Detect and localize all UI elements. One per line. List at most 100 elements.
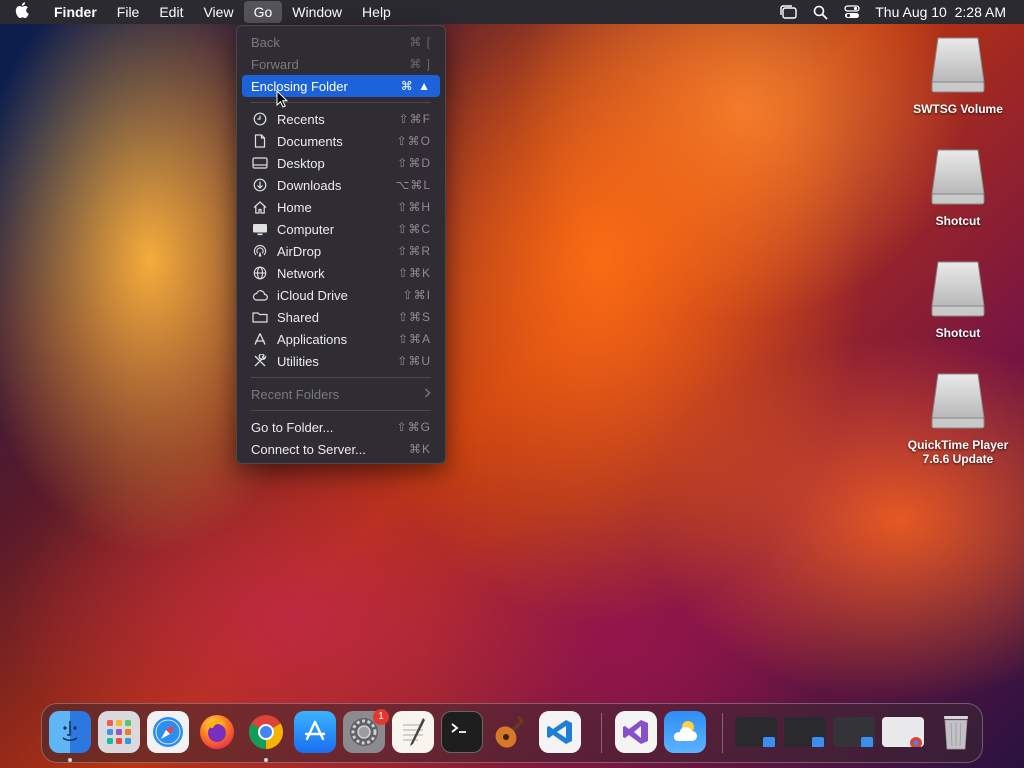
dock-minimized-window-3[interactable] bbox=[833, 717, 875, 747]
go-applications-item[interactable]: Applications ⇧⌘A bbox=[242, 328, 440, 350]
cloud-icon bbox=[251, 289, 269, 301]
dock-chrome[interactable] bbox=[245, 711, 287, 753]
desktop-drive-shotcut-1[interactable]: Shotcut bbox=[898, 148, 1018, 228]
go-icloud-drive-item[interactable]: iCloud Drive ⇧⌘I bbox=[242, 284, 440, 306]
connect-to-server-label: Connect to Server... bbox=[251, 441, 366, 457]
go-computer-shortcut: ⇧⌘C bbox=[397, 222, 431, 236]
notification-badge: 1 bbox=[373, 709, 389, 725]
finder-badge-icon bbox=[763, 737, 775, 747]
go-forward-item[interactable]: Forward ⌘ ] bbox=[242, 53, 440, 75]
clock-icon bbox=[251, 112, 269, 126]
menubar-clock[interactable]: Thu Aug 10 2:28 AM bbox=[875, 4, 1006, 20]
desktop-icon-label: Shotcut bbox=[935, 214, 981, 228]
trash-icon bbox=[944, 716, 968, 750]
go-recent-folders-item[interactable]: Recent Folders bbox=[242, 383, 440, 405]
terminal-icon bbox=[451, 723, 466, 733]
drive-icon bbox=[930, 372, 986, 430]
running-indicator bbox=[264, 758, 268, 762]
dock-textedit[interactable] bbox=[392, 711, 434, 753]
spotlight-search-icon[interactable] bbox=[811, 5, 829, 20]
computer-icon bbox=[251, 223, 269, 236]
dock-app-store[interactable] bbox=[294, 711, 336, 753]
dock-minimized-window-2[interactable] bbox=[784, 717, 826, 747]
desktop-icon-label: QuickTime Player 7.6.6 Update bbox=[907, 438, 1009, 466]
dock-separator bbox=[601, 713, 602, 753]
network-icon bbox=[251, 266, 269, 280]
dock-garageband[interactable] bbox=[490, 711, 532, 753]
finder-icon bbox=[62, 721, 78, 741]
apple-icon[interactable] bbox=[0, 2, 44, 22]
menu-edit[interactable]: Edit bbox=[149, 1, 193, 23]
download-icon bbox=[251, 178, 269, 192]
go-documents-item[interactable]: Documents ⇧⌘O bbox=[242, 130, 440, 152]
menu-window[interactable]: Window bbox=[282, 1, 352, 23]
desktop-icon-label: SWTSG Volume bbox=[913, 102, 1003, 116]
menu-app-finder[interactable]: Finder bbox=[44, 1, 107, 23]
menu-file[interactable]: File bbox=[107, 1, 150, 23]
vscode-icon bbox=[547, 720, 572, 744]
stage-manager-icon[interactable] bbox=[779, 5, 797, 19]
go-recents-shortcut: ⇧⌘F bbox=[398, 112, 431, 126]
go-home-item[interactable]: Home ⇧⌘H bbox=[242, 196, 440, 218]
dock-safari[interactable] bbox=[147, 711, 189, 753]
dock-minimized-window-1[interactable] bbox=[735, 717, 777, 747]
go-airdrop-item[interactable]: AirDrop ⇧⌘R bbox=[242, 240, 440, 262]
go-utilities-label: Utilities bbox=[277, 353, 319, 369]
app-store-icon bbox=[304, 720, 326, 741]
go-documents-label: Documents bbox=[277, 133, 343, 149]
connect-to-server-item[interactable]: Connect to Server... ⌘K bbox=[242, 438, 440, 460]
dock-visual-studio[interactable] bbox=[615, 711, 657, 753]
utilities-icon bbox=[251, 354, 269, 368]
chrome-badge-icon bbox=[910, 737, 922, 747]
launchpad-icon bbox=[107, 720, 131, 744]
dock-trash[interactable] bbox=[935, 711, 977, 753]
drive-icon bbox=[930, 260, 986, 318]
desktop-drive-shotcut-2[interactable]: Shotcut bbox=[898, 260, 1018, 340]
go-airdrop-shortcut: ⇧⌘R bbox=[397, 244, 431, 258]
go-utilities-item[interactable]: Utilities ⇧⌘U bbox=[242, 350, 440, 372]
desktop-drive-quicktime-update[interactable]: QuickTime Player 7.6.6 Update bbox=[898, 372, 1018, 466]
safari-compass-icon bbox=[153, 717, 183, 747]
menu-view[interactable]: View bbox=[193, 1, 243, 23]
dock-vscode[interactable] bbox=[539, 711, 581, 753]
dock-weather[interactable] bbox=[664, 711, 706, 753]
go-to-folder-item[interactable]: Go to Folder... ⇧⌘G bbox=[242, 416, 440, 438]
go-back-label: Back bbox=[251, 34, 280, 50]
go-enclosing-label: Enclosing Folder bbox=[251, 78, 348, 94]
go-enclosing-folder-item[interactable]: Enclosing Folder ⌘ ▲ bbox=[242, 75, 440, 97]
desktop-icon-label: Shotcut bbox=[935, 326, 981, 340]
applications-icon bbox=[251, 332, 269, 346]
dock-finder[interactable] bbox=[49, 711, 91, 753]
dock-terminal[interactable] bbox=[441, 711, 483, 753]
dock-minimized-window-4[interactable] bbox=[882, 717, 924, 747]
go-airdrop-label: AirDrop bbox=[277, 243, 322, 259]
go-downloads-item[interactable]: Downloads ⌥⌘L bbox=[242, 174, 440, 196]
visual-studio-icon bbox=[623, 720, 648, 744]
go-shared-item[interactable]: Shared ⇧⌘S bbox=[242, 306, 440, 328]
go-downloads-label: Downloads bbox=[277, 177, 342, 193]
go-enclosing-shortcut: ⌘ ▲ bbox=[400, 79, 431, 93]
menu-help[interactable]: Help bbox=[352, 1, 401, 23]
desktop-drive-swtsg-volume[interactable]: SWTSG Volume bbox=[898, 36, 1018, 116]
go-forward-label: Forward bbox=[251, 56, 299, 72]
go-desktop-item[interactable]: Desktop ⇧⌘D bbox=[242, 152, 440, 174]
go-back-item[interactable]: Back ⌘ [ bbox=[242, 31, 440, 53]
menu-go[interactable]: Go bbox=[243, 1, 283, 23]
go-documents-shortcut: ⇧⌘O bbox=[396, 134, 431, 148]
desktop-wallpaper bbox=[0, 0, 1024, 768]
go-shared-label: Shared bbox=[277, 309, 319, 325]
document-icon bbox=[251, 134, 269, 148]
dock-separator bbox=[722, 713, 723, 753]
dock-launchpad[interactable] bbox=[98, 711, 140, 753]
go-to-folder-label: Go to Folder... bbox=[251, 419, 334, 435]
go-network-item[interactable]: Network ⇧⌘K bbox=[242, 262, 440, 284]
dock-firefox[interactable] bbox=[196, 711, 238, 753]
drive-icon bbox=[930, 148, 986, 206]
go-computer-item[interactable]: Computer ⇧⌘C bbox=[242, 218, 440, 240]
go-icloud-label: iCloud Drive bbox=[277, 287, 348, 303]
go-icloud-shortcut: ⇧⌘I bbox=[402, 288, 431, 302]
control-center-icon[interactable] bbox=[843, 5, 861, 19]
menu-bar: Finder File Edit View Go Window Help Thu… bbox=[0, 0, 1024, 24]
go-recents-item[interactable]: Recents ⇧⌘F bbox=[242, 108, 440, 130]
dock-system-settings[interactable]: 1 bbox=[343, 709, 389, 753]
